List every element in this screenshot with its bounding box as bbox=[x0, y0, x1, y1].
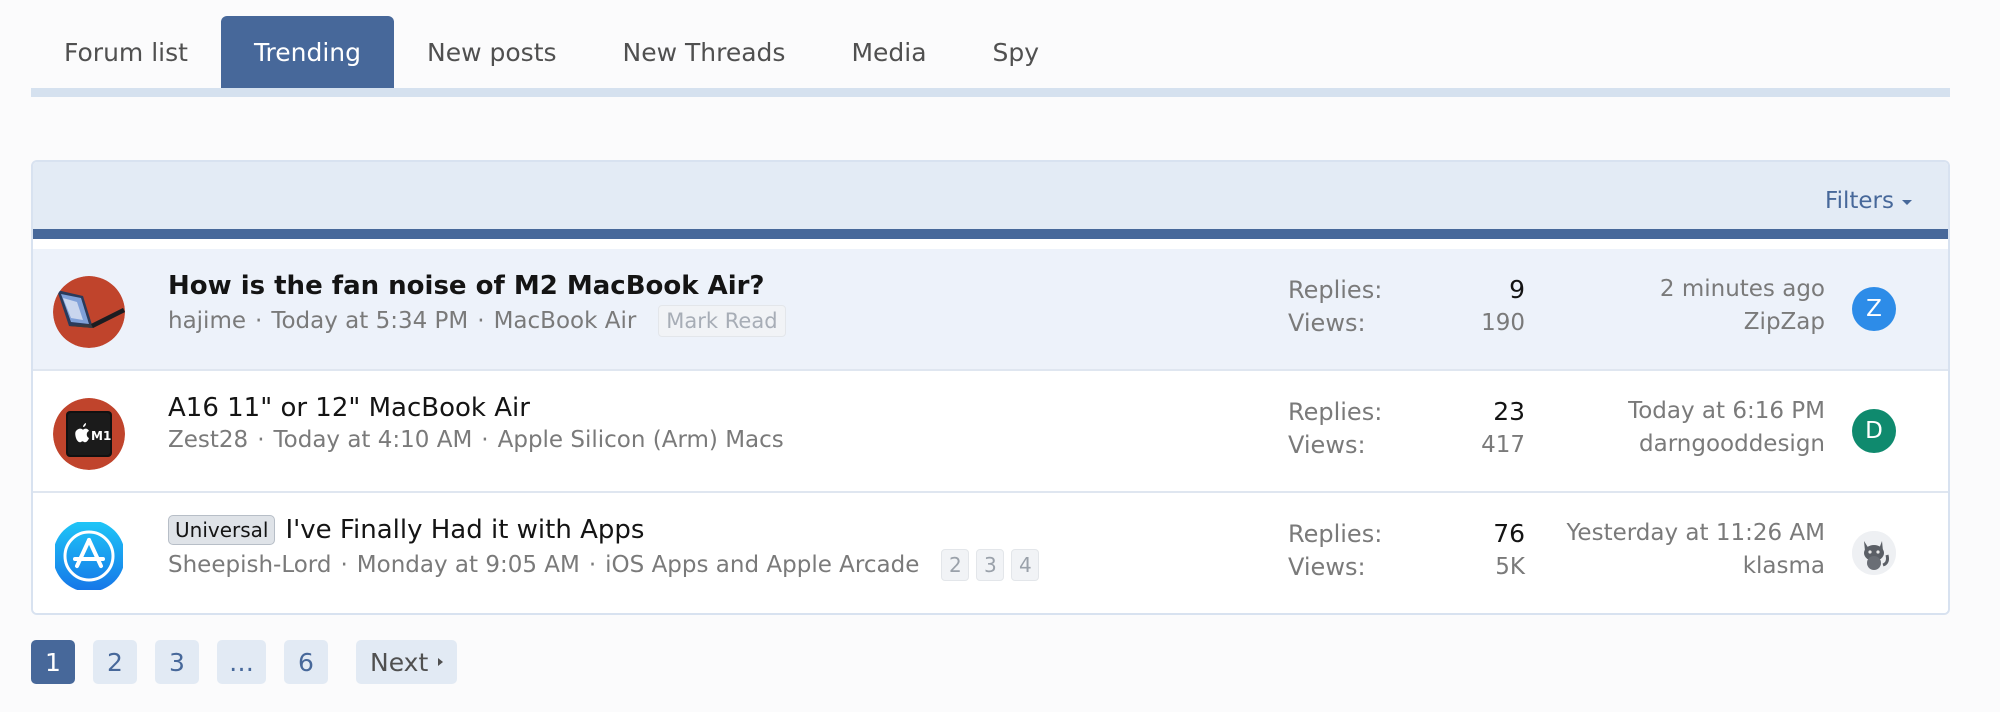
forum-tab-bar: Forum list Trending New posts New Thread… bbox=[31, 16, 1950, 98]
thread-stats: Replies: 76 Views: 5K bbox=[1288, 517, 1525, 583]
thread-title-line: Universal I've Finally Had it with Apps bbox=[168, 515, 644, 545]
page-jump-button[interactable]: … bbox=[217, 640, 266, 684]
meta-separator: · bbox=[340, 552, 348, 578]
replies-line: Replies: 23 bbox=[1288, 395, 1525, 428]
thread-forum[interactable]: MacBook Air bbox=[494, 308, 637, 334]
thread-stats: Replies: 9 Views: 190 bbox=[1288, 273, 1525, 339]
tab-spy[interactable]: Spy bbox=[960, 16, 1073, 88]
thread-start-date[interactable]: Monday at 9:05 AM bbox=[357, 552, 580, 578]
tab-underline bbox=[31, 88, 1950, 97]
tab-forum-list[interactable]: Forum list bbox=[31, 16, 221, 88]
tab-trending[interactable]: Trending bbox=[220, 16, 395, 88]
views-label: Views: bbox=[1288, 308, 1366, 337]
thread-row: M1 A16 11" or 12" MacBook Air Zest28 · T… bbox=[33, 371, 1948, 493]
avatar[interactable] bbox=[1852, 531, 1896, 575]
thread-start-date[interactable]: Today at 4:10 AM bbox=[274, 427, 473, 453]
meta-separator: · bbox=[477, 308, 485, 334]
replies-label: Replies: bbox=[1288, 397, 1383, 426]
replies-label: Replies: bbox=[1288, 275, 1383, 304]
tab-list: Forum list Trending New posts New Thread… bbox=[31, 16, 1950, 88]
thread-title-line: How is the fan noise of M2 MacBook Air? bbox=[168, 271, 765, 301]
replies-line: Replies: 9 bbox=[1288, 273, 1525, 306]
meta-separator: · bbox=[481, 427, 489, 453]
thread-author[interactable]: Sheepish-Lord bbox=[168, 552, 331, 578]
thread-meta: Zest28 · Today at 4:10 AM · Apple Silico… bbox=[168, 427, 784, 453]
thread-page-link[interactable]: 2 bbox=[941, 549, 970, 581]
latest-post-user[interactable]: darngooddesign bbox=[1505, 428, 1825, 461]
next-label: Next bbox=[370, 647, 429, 677]
thread-author[interactable]: hajime bbox=[168, 308, 246, 334]
latest-post-info: Yesterday at 11:26 AM klasma bbox=[1505, 517, 1825, 583]
macbook-air-icon[interactable] bbox=[53, 276, 125, 348]
thread-start-date[interactable]: Today at 5:34 PM bbox=[271, 308, 468, 334]
cat-avatar-icon bbox=[1852, 531, 1896, 575]
thread-forum[interactable]: iOS Apps and Apple Arcade bbox=[605, 552, 919, 578]
thread-page-link[interactable]: 4 bbox=[1011, 549, 1040, 581]
replies-line: Replies: 76 bbox=[1288, 517, 1525, 550]
avatar[interactable]: Z bbox=[1852, 287, 1896, 331]
tab-new-threads[interactable]: New Threads bbox=[590, 16, 819, 88]
page-button[interactable]: 6 bbox=[284, 640, 328, 684]
thread-stats: Replies: 23 Views: 417 bbox=[1288, 395, 1525, 461]
views-line: Views: 5K bbox=[1288, 550, 1525, 583]
chip-icon-text: M1 bbox=[91, 429, 111, 443]
thread-title-line: A16 11" or 12" MacBook Air bbox=[168, 393, 530, 423]
thread-title[interactable]: I've Finally Had it with Apps bbox=[285, 515, 644, 545]
replies-label: Replies: bbox=[1288, 519, 1383, 548]
avatar[interactable]: D bbox=[1852, 409, 1896, 453]
views-label: Views: bbox=[1288, 430, 1366, 459]
tab-new-posts[interactable]: New posts bbox=[394, 16, 590, 88]
pagination: 1 2 3 … 6 Next bbox=[31, 640, 458, 684]
caret-down-icon bbox=[1902, 199, 1912, 205]
mark-read-button[interactable]: Mark Read bbox=[658, 305, 786, 337]
apple-m1-chip-icon[interactable]: M1 bbox=[53, 398, 125, 470]
thread-list-block: Filters How is the fan noise of M2 MacBo… bbox=[31, 160, 1950, 615]
chevron-right-icon bbox=[438, 658, 444, 666]
thread-prefix-label[interactable]: Universal bbox=[168, 515, 276, 545]
page-button[interactable]: 2 bbox=[93, 640, 137, 684]
thread-meta: hajime · Today at 5:34 PM · MacBook Air … bbox=[168, 305, 786, 337]
page-button-current[interactable]: 1 bbox=[31, 640, 75, 684]
filters-label: Filters bbox=[1825, 187, 1894, 214]
meta-separator: · bbox=[257, 427, 265, 453]
meta-separator: · bbox=[255, 308, 263, 334]
latest-post-user[interactable]: ZipZap bbox=[1505, 306, 1825, 339]
thread-row: How is the fan noise of M2 MacBook Air? … bbox=[33, 249, 1948, 371]
latest-post-time[interactable]: 2 minutes ago bbox=[1505, 273, 1825, 306]
views-line: Views: 190 bbox=[1288, 306, 1525, 339]
thread-page-links: 2 3 4 bbox=[941, 549, 1040, 581]
filters-button[interactable]: Filters bbox=[1825, 162, 1912, 239]
latest-post-time[interactable]: Today at 6:16 PM bbox=[1505, 395, 1825, 428]
tab-media[interactable]: Media bbox=[818, 16, 959, 88]
latest-post-user[interactable]: klasma bbox=[1505, 550, 1825, 583]
page-button[interactable]: 3 bbox=[155, 640, 199, 684]
thread-meta: Sheepish-Lord · Monday at 9:05 AM · iOS … bbox=[168, 549, 1040, 581]
views-line: Views: 417 bbox=[1288, 428, 1525, 461]
latest-post-time[interactable]: Yesterday at 11:26 AM bbox=[1505, 517, 1825, 550]
views-label: Views: bbox=[1288, 552, 1366, 581]
app-store-icon[interactable] bbox=[53, 520, 125, 592]
thread-title[interactable]: A16 11" or 12" MacBook Air bbox=[168, 393, 530, 423]
thread-row: Universal I've Finally Had it with Apps … bbox=[33, 493, 1948, 613]
next-page-button[interactable]: Next bbox=[356, 640, 458, 684]
thread-list-header: Filters bbox=[33, 162, 1948, 239]
thread-title[interactable]: How is the fan noise of M2 MacBook Air? bbox=[168, 271, 765, 301]
meta-separator: · bbox=[588, 552, 597, 578]
thread-author[interactable]: Zest28 bbox=[168, 427, 248, 453]
latest-post-info: 2 minutes ago ZipZap bbox=[1505, 273, 1825, 339]
latest-post-info: Today at 6:16 PM darngooddesign bbox=[1505, 395, 1825, 461]
thread-forum[interactable]: Apple Silicon (Arm) Macs bbox=[498, 427, 784, 453]
thread-page-link[interactable]: 3 bbox=[976, 549, 1005, 581]
